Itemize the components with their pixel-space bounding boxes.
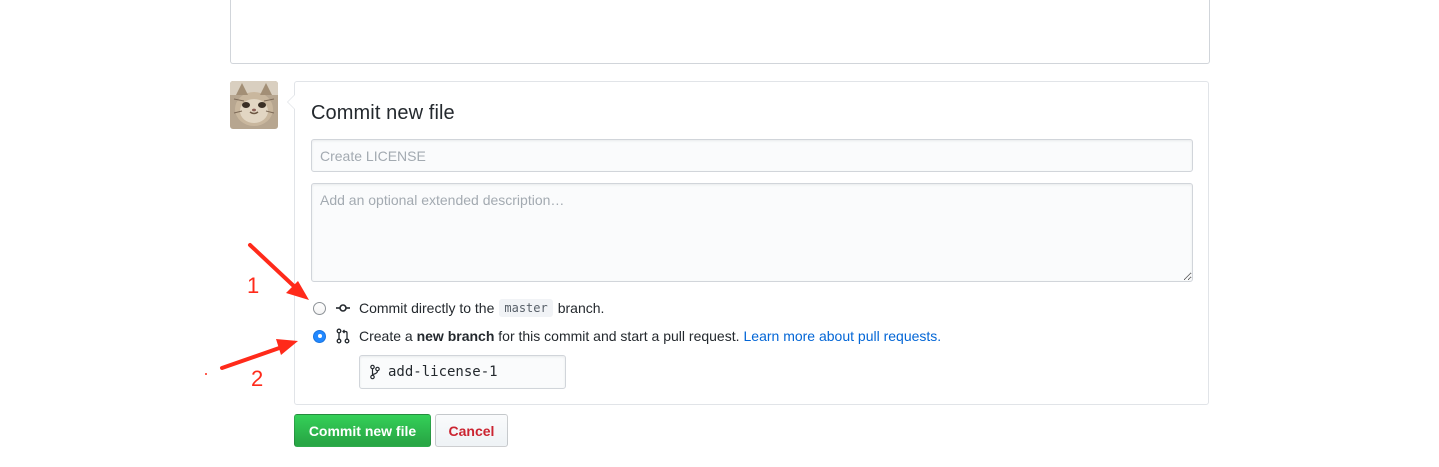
commit-directly-option[interactable]: Commit directly to the master branch. — [313, 299, 604, 317]
new-branch-text-before: Create a — [359, 328, 413, 344]
annotation-label-1: 1 — [247, 273, 260, 298]
file-editor-area[interactable] — [230, 0, 1210, 64]
branch-name-input[interactable] — [380, 364, 558, 380]
commit-description-textarea[interactable] — [311, 183, 1193, 282]
commit-directly-text-after: branch. — [557, 300, 605, 316]
commit-form-title: Commit new file — [311, 102, 455, 124]
commit-form: Commit new file Commit directly to the m… — [287, 81, 1209, 405]
learn-more-pull-requests-link[interactable]: Learn more about pull requests. — [744, 328, 942, 344]
git-commit-icon — [336, 304, 350, 312]
cancel-button[interactable]: Cancel — [435, 414, 508, 447]
cat-avatar-icon — [230, 81, 278, 129]
branch-name-field[interactable] — [359, 355, 566, 389]
new-branch-radio[interactable] — [313, 329, 326, 343]
new-branch-text-after: for this commit and start a pull request… — [498, 328, 740, 344]
commit-summary-input[interactable] — [311, 139, 1193, 172]
git-branch-icon — [370, 364, 380, 380]
page: Commit new file Commit directly to the m… — [0, 0, 1439, 467]
master-branch-code: master — [499, 299, 553, 317]
new-branch-bold-text: new branch — [416, 328, 495, 344]
git-pull-request-icon — [336, 328, 350, 344]
annotation-arrow-2 — [220, 339, 298, 370]
commit-directly-text-before: Commit directly to the — [359, 300, 495, 316]
annotation-dot — [205, 373, 207, 375]
commit-new-file-button[interactable]: Commit new file — [294, 414, 431, 447]
user-avatar[interactable] — [230, 81, 278, 129]
commit-directly-radio[interactable] — [313, 301, 326, 315]
annotation-label-2: 2 — [251, 366, 264, 391]
new-branch-option[interactable]: Create a new branch for this commit and … — [313, 328, 941, 344]
